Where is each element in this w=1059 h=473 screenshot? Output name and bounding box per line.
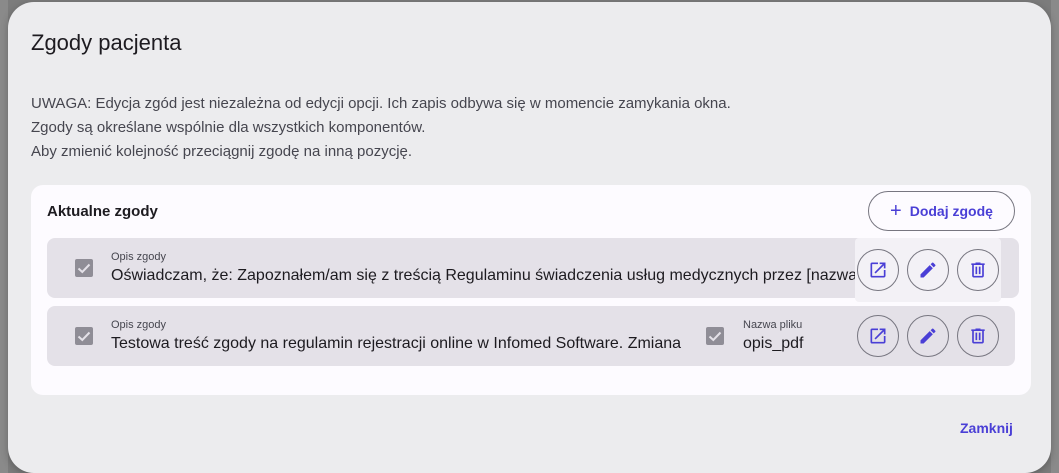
delete-trash-icon — [971, 262, 985, 278]
delete-button[interactable] — [957, 249, 999, 291]
dialog-title: Zgody pacjenta — [31, 30, 182, 55]
current-consents-card: Aktualne zgody + Dodaj zgodę Opis zgody … — [31, 185, 1031, 395]
consent-row[interactable]: Opis zgody Oświadczam, że: Zapoznałem/am… — [47, 238, 1019, 302]
open-button[interactable] — [857, 249, 899, 291]
consent-row[interactable]: Opis zgody Testowa treść zgody na regula… — [47, 306, 1015, 366]
consents-dialog: Zgody pacjenta UWAGA: Edycja zgód jest n… — [8, 2, 1051, 473]
plus-icon: + — [890, 200, 902, 222]
consent-checkbox[interactable] — [75, 259, 93, 277]
file-checkbox[interactable] — [706, 327, 724, 345]
notice-line-3: Aby zmienić kolejność przeciągnij zgodę … — [31, 143, 413, 160]
backdrop-left — [0, 0, 8, 473]
description-value: Testowa treść zgody na regulamin rejestr… — [111, 335, 682, 352]
consent-checkbox[interactable] — [75, 327, 93, 345]
notice-line-2: Zgody są określane wspólnie dla wszystki… — [31, 119, 426, 136]
row-actions — [855, 306, 1001, 366]
backdrop-right — [1051, 0, 1059, 473]
open-button[interactable] — [857, 315, 899, 357]
delete-trash-icon — [971, 328, 985, 344]
delete-button[interactable] — [957, 315, 999, 357]
add-consent-label: Dodaj zgodę — [909, 203, 993, 219]
edit-pencil-icon — [920, 262, 936, 278]
file-name-label: Nazwa pliku — [743, 319, 803, 331]
check-icon — [708, 331, 722, 342]
card-title: Aktualne zgody — [47, 203, 158, 220]
file-name-value: opis_pdf — [743, 335, 804, 352]
add-consent-button[interactable]: + Dodaj zgodę — [868, 191, 1015, 231]
row-actions — [855, 238, 1001, 302]
description-value: Oświadczam, że: Zapoznałem/am się z treś… — [111, 267, 857, 284]
description-label: Opis zgody — [111, 319, 167, 331]
close-button[interactable]: Zamknij — [960, 420, 1013, 436]
notice-line-1: UWAGA: Edycja zgód jest niezależna od ed… — [31, 95, 731, 112]
edit-pencil-icon — [920, 328, 936, 344]
open-in-new-icon — [870, 328, 886, 344]
open-in-new-icon — [870, 262, 886, 278]
check-icon — [77, 263, 91, 274]
edit-button[interactable] — [907, 315, 949, 357]
edit-button[interactable] — [907, 249, 949, 291]
notice-text: UWAGA: Edycja zgód jest niezależna od ed… — [31, 92, 731, 164]
check-icon — [77, 331, 91, 342]
description-label: Opis zgody — [111, 251, 167, 263]
